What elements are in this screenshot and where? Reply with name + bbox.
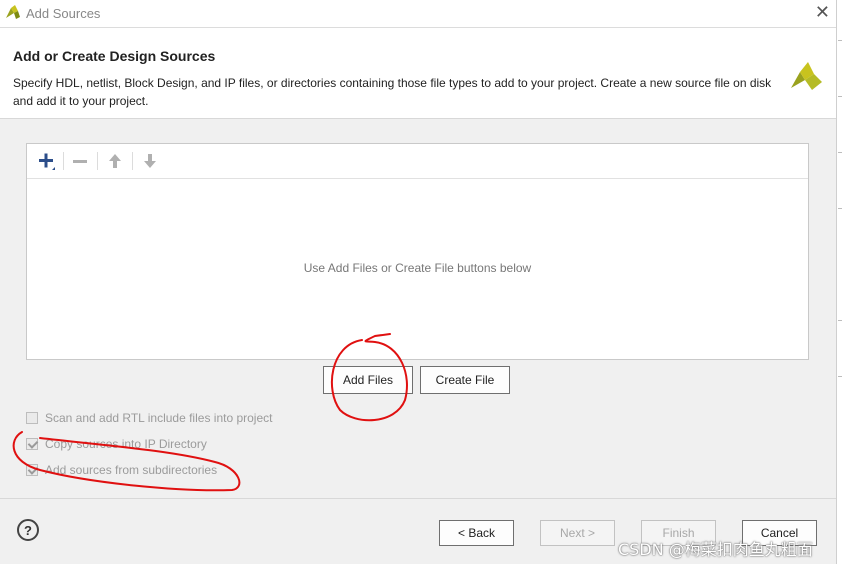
vivado-brand-icon <box>791 62 822 90</box>
add-files-button[interactable]: Add Files <box>323 366 413 394</box>
scan-rtl-option[interactable]: Scan and add RTL include files into proj… <box>26 409 272 427</box>
copy-sources-label: Copy sources into IP Directory <box>45 437 207 451</box>
add-subdirectories-option[interactable]: Add sources from subdirectories <box>26 461 217 479</box>
toolbar-separator <box>63 152 64 170</box>
add-subdirectories-label: Add sources from subdirectories <box>45 463 218 477</box>
copy-sources-option[interactable]: Copy sources into IP Directory <box>26 435 207 453</box>
remove-icon[interactable] <box>69 150 91 172</box>
footer-divider <box>0 498 836 499</box>
edge-tick <box>838 376 842 377</box>
back-button[interactable]: < Back <box>439 520 514 546</box>
toolbar-separator <box>97 152 98 170</box>
edge-tick <box>838 320 842 321</box>
window-title: Add Sources <box>26 6 101 21</box>
edge-tick <box>838 208 842 209</box>
background-window-edge <box>836 0 842 564</box>
toolbar-separator <box>132 152 133 170</box>
add-subdirectories-checkbox[interactable] <box>26 464 38 476</box>
page-title: Add or Create Design Sources <box>13 48 216 64</box>
page-header: Add or Create Design Sources Specify HDL… <box>0 28 836 119</box>
move-down-icon[interactable] <box>139 150 161 172</box>
next-button[interactable]: Next > <box>540 520 615 546</box>
add-sources-dialog: Add Sources ✕ Add or Create Design Sourc… <box>0 0 836 564</box>
add-icon[interactable] <box>35 150 57 172</box>
vivado-logo-icon <box>6 5 20 19</box>
scan-rtl-checkbox[interactable] <box>26 412 38 424</box>
close-icon[interactable]: ✕ <box>815 2 830 23</box>
edge-tick <box>838 40 842 41</box>
edge-tick <box>838 96 842 97</box>
title-bar: Add Sources ✕ <box>0 0 836 28</box>
copy-sources-checkbox[interactable] <box>26 438 38 450</box>
page-description: Specify HDL, netlist, Block Design, and … <box>13 76 772 108</box>
help-button[interactable]: ? <box>17 519 39 541</box>
edge-tick <box>838 152 842 153</box>
file-list-toolbar <box>27 144 808 179</box>
create-file-button[interactable]: Create File <box>420 366 510 394</box>
source-file-list[interactable]: Use Add Files or Create File buttons bel… <box>26 143 809 360</box>
csdn-watermark: CSDN @梅菜扣肉鱼丸粗面 <box>618 540 813 559</box>
move-up-icon[interactable] <box>104 150 126 172</box>
empty-list-message: Use Add Files or Create File buttons bel… <box>303 261 532 275</box>
scan-rtl-label: Scan and add RTL include files into proj… <box>45 411 273 425</box>
